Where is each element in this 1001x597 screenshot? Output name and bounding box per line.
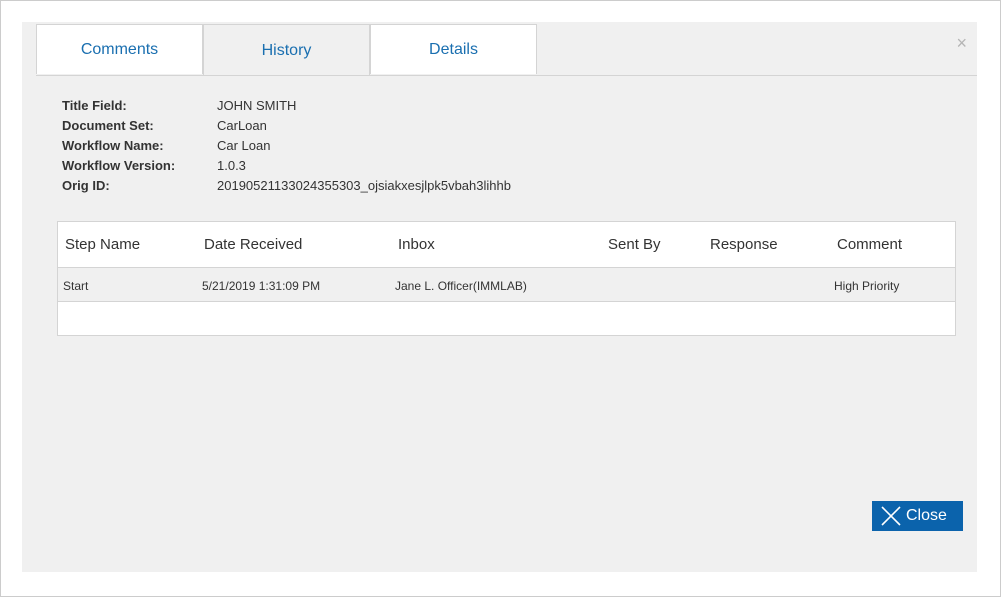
info-value: 1.0.3	[217, 158, 246, 173]
column-header-date-received[interactable]: Date Received	[204, 236, 302, 253]
info-row-orig-id: Orig ID: 20190521133024355303_ojsiakxesj…	[62, 178, 511, 198]
info-row-title-field: Title Field: JOHN SMITH	[62, 98, 511, 118]
info-value: 20190521133024355303_ojsiakxesjlpk5vbah3…	[217, 178, 511, 193]
info-label: Workflow Version:	[62, 158, 176, 173]
tab-bar: Comments History Details	[36, 24, 537, 76]
info-value: CarLoan	[217, 118, 267, 133]
info-value: JOHN SMITH	[217, 98, 297, 113]
cell-inbox: Jane L. Officer(IMMLAB)	[395, 279, 527, 293]
info-label: Orig ID:	[62, 178, 110, 193]
column-header-step-name[interactable]: Step Name	[65, 236, 140, 253]
cell-comment: High Priority	[834, 279, 900, 293]
close-button-label: Close	[906, 507, 947, 524]
column-header-response[interactable]: Response	[710, 236, 778, 253]
info-label: Title Field:	[62, 98, 127, 113]
info-value: Car Loan	[217, 138, 271, 153]
tab-details[interactable]: Details	[370, 24, 537, 74]
info-label: Workflow Name:	[62, 138, 164, 153]
table-header: Step Name Date Received Inbox Sent By Re…	[58, 222, 955, 268]
column-header-inbox[interactable]: Inbox	[398, 236, 435, 253]
tab-divider	[36, 75, 977, 76]
workflow-history-dialog: Comments History Details × Title Field: …	[22, 22, 977, 572]
info-row-document-set: Document Set: CarLoan	[62, 118, 511, 138]
document-info: Title Field: JOHN SMITH Document Set: Ca…	[62, 98, 511, 198]
close-button[interactable]: Close	[872, 501, 963, 531]
window-frame: Comments History Details × Title Field: …	[0, 0, 1001, 597]
x-icon	[880, 505, 902, 527]
history-table: Step Name Date Received Inbox Sent By Re…	[57, 221, 956, 336]
column-header-comment[interactable]: Comment	[837, 236, 902, 253]
info-row-workflow-version: Workflow Version: 1.0.3	[62, 158, 511, 178]
table-row[interactable]: Start 5/21/2019 1:31:09 PM Jane L. Offic…	[58, 268, 955, 302]
info-label: Document Set:	[62, 118, 154, 133]
tab-history[interactable]: History	[203, 24, 370, 76]
cell-step-name: Start	[63, 279, 89, 293]
column-header-sent-by[interactable]: Sent By	[608, 236, 661, 253]
info-row-workflow-name: Workflow Name: Car Loan	[62, 138, 511, 158]
close-icon[interactable]: ×	[956, 34, 967, 52]
cell-date-received: 5/21/2019 1:31:09 PM	[202, 279, 321, 293]
tab-comments[interactable]: Comments	[36, 24, 203, 74]
